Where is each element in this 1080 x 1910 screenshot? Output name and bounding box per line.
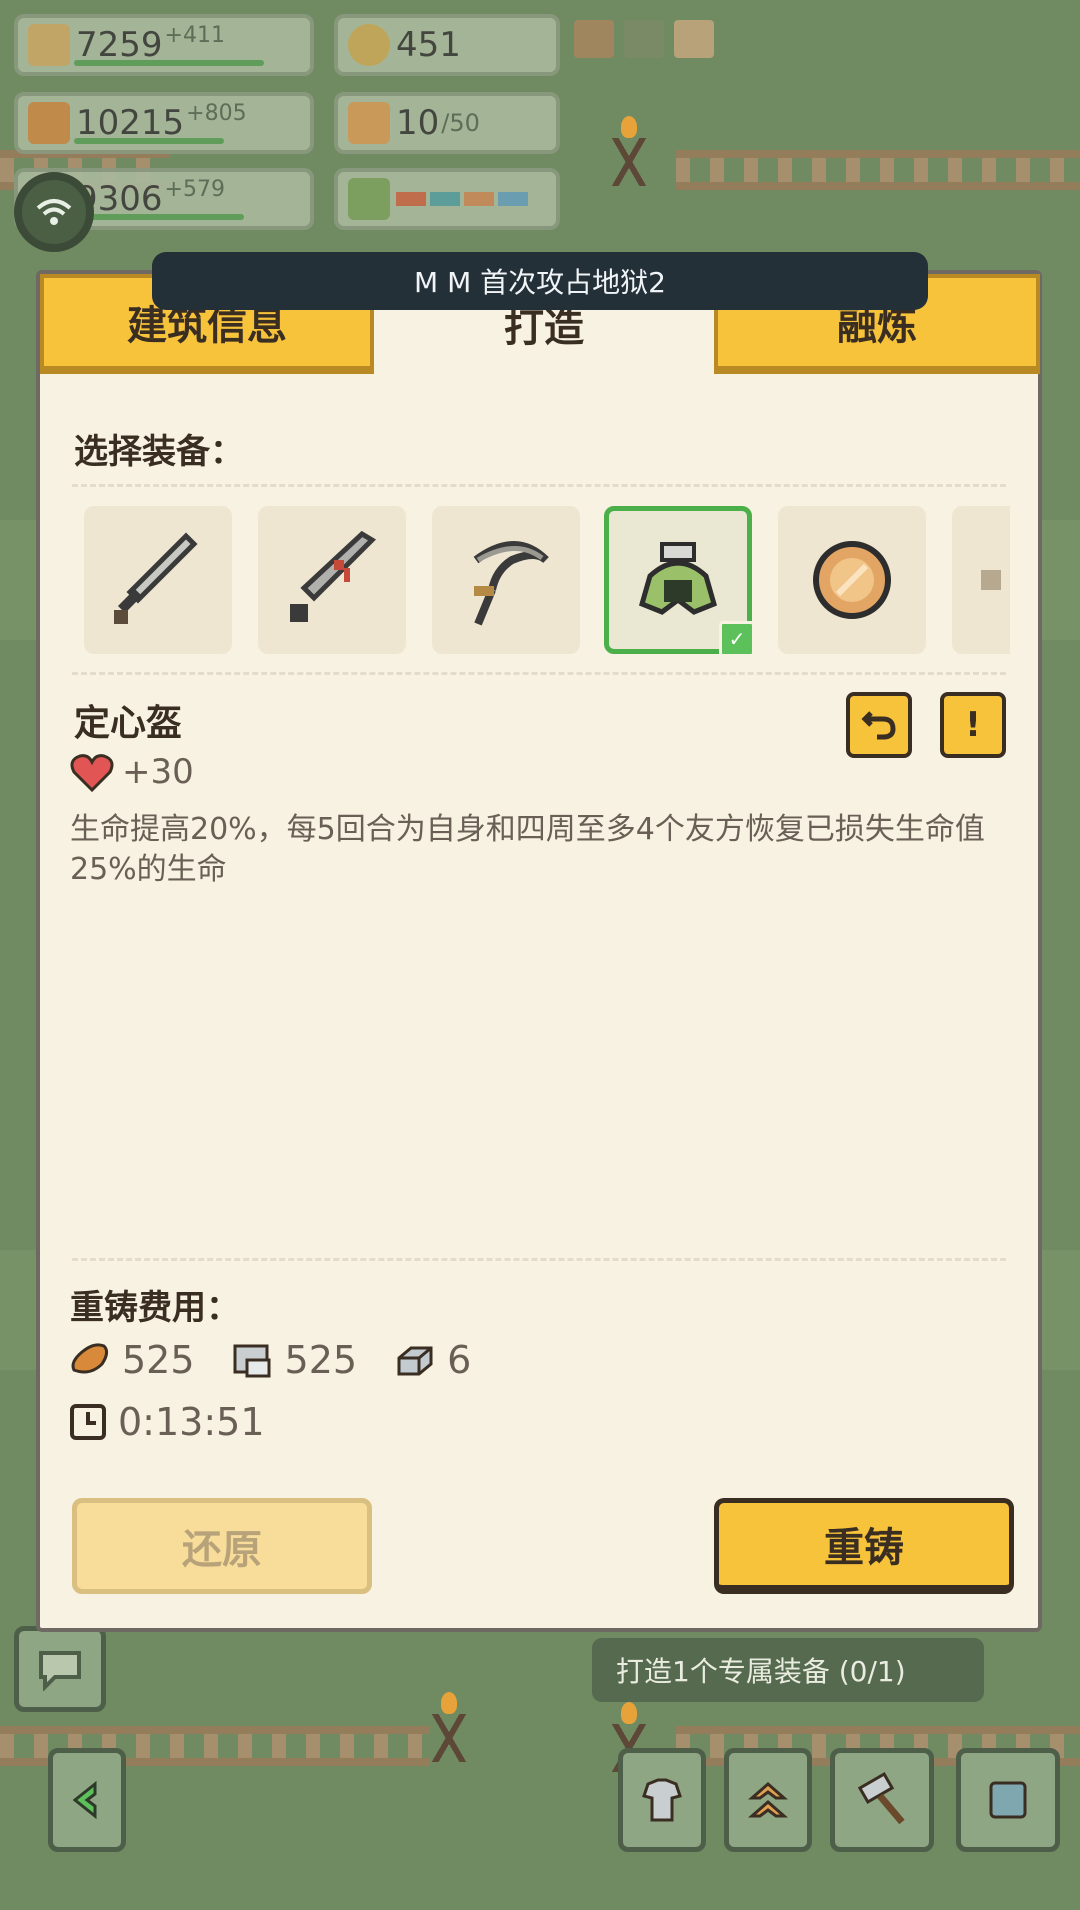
color-segments [396,192,528,206]
wheat-gain: +411 [164,22,225,48]
inventory-icon [989,1781,1027,1819]
bread-progress-bar [74,138,224,144]
reforge-button[interactable]: 重铸 [714,1498,1014,1594]
cost-stone: 525 [231,1338,358,1382]
plant-pot-icon [348,178,390,220]
reforge-time-value: 0:13:51 [118,1400,265,1444]
hammer-icon [857,1772,905,1825]
equipment-slot[interactable] [778,506,926,654]
chat-icon [39,1651,81,1691]
fence [676,150,1080,190]
scythe-icon [473,541,549,626]
wifi-icon[interactable] [14,172,94,252]
partial-item-icon [981,570,1001,590]
gift-icon [348,102,390,144]
stone-block-icon [233,1344,271,1378]
item-description: 生命提高20%，每5回合为自身和四周至多4个友方恢复已损失生命值25%的生命 [70,812,985,887]
cost-iron: 6 [393,1338,471,1382]
hp-bonus: +30 [70,752,194,792]
undo-icon [861,711,896,740]
amber-orb-icon [813,541,891,619]
wheat-value: 7259 [76,25,163,65]
iron-ingot-icon [397,1346,433,1376]
resource-plants[interactable] [334,168,560,230]
tools-upgrade-icon[interactable] [624,20,664,58]
resource-wheat[interactable]: 7259 +411 [14,14,314,76]
bread-icon [71,1343,109,1374]
helmet-icon [638,542,718,615]
cost-bread-value: 525 [122,1338,195,1382]
rank-chevron-icon [748,1782,788,1818]
restore-button[interactable]: 还原 [72,1498,372,1594]
armor-icon [642,1778,682,1822]
info-button[interactable]: ! [940,692,1006,758]
torch-icon [604,116,654,186]
back-button[interactable] [48,1748,126,1852]
rank-button[interactable] [724,1748,812,1852]
reforge-timer: 0:13:51 [68,1400,265,1444]
divider [72,1258,1006,1261]
hp-bonus-value: +30 [122,752,194,792]
coin-icon [348,24,390,66]
reforge-cost-row: 525 525 6 [68,1338,507,1382]
sword-icon [114,532,198,624]
gifts-value: 10 [396,103,440,143]
equipment-slot[interactable] [258,506,406,654]
cart-upgrade-icon[interactable] [574,20,614,58]
cost-stone-value: 525 [284,1338,358,1382]
equipment-slot[interactable] [952,506,1010,654]
stone-progress-bar [74,214,244,220]
equipment-slot[interactable] [432,506,580,654]
bread-value: 10215 [76,103,185,143]
clock-icon [70,1404,106,1440]
forge-hammer-button[interactable] [830,1748,934,1852]
upgrade-icons[interactable] [574,20,714,58]
divider [72,484,1006,487]
resource-gifts[interactable]: 10 /50 [334,92,560,154]
cost-bread: 525 [68,1338,195,1382]
blood-blade-icon [290,530,377,622]
divider [72,672,1006,675]
chat-button[interactable] [14,1626,106,1712]
announcement-banner: M M 首次攻占地狱2 [152,252,928,310]
cost-iron-value: 6 [447,1338,472,1382]
equipment-slot[interactable] [84,506,232,654]
back-arrow-icon [72,1780,97,1820]
torch-icon [424,1692,474,1762]
heart-icon [70,754,114,792]
equipment-slot-selected[interactable]: ✓ [604,506,755,656]
reforge-cost-label: 重铸费用： [70,1288,240,1328]
exclamation-icon: ! [965,705,981,745]
select-equipment-label: 选择装备： [74,432,244,472]
forge-panel: 建筑信息 打造 融炼 选择装备： ✓ 定心盔 ! +30 生命提高20%，每5回… [36,270,1042,1632]
stone-gain: +579 [164,176,225,202]
bread-icon [28,102,70,144]
coins-value: 451 [396,25,461,65]
task-hint[interactable]: 打造1个专属装备 (0/1) [592,1638,984,1702]
bread-gain: +805 [186,100,247,126]
undo-button[interactable] [846,692,912,758]
resource-bread[interactable]: 10215 +805 [14,92,314,154]
selected-check-icon: ✓ [719,621,755,656]
armor-button[interactable] [618,1748,706,1852]
inventory-button[interactable] [956,1748,1060,1852]
resource-coins[interactable]: 451 [334,14,560,76]
wheat-icon [28,24,70,66]
wheat-progress-bar [74,60,264,66]
item-name: 定心盔 [74,703,183,744]
equipment-list[interactable]: ✓ [84,506,1010,656]
house-upgrade-icon[interactable] [674,20,714,58]
gifts-max: /50 [441,109,480,137]
